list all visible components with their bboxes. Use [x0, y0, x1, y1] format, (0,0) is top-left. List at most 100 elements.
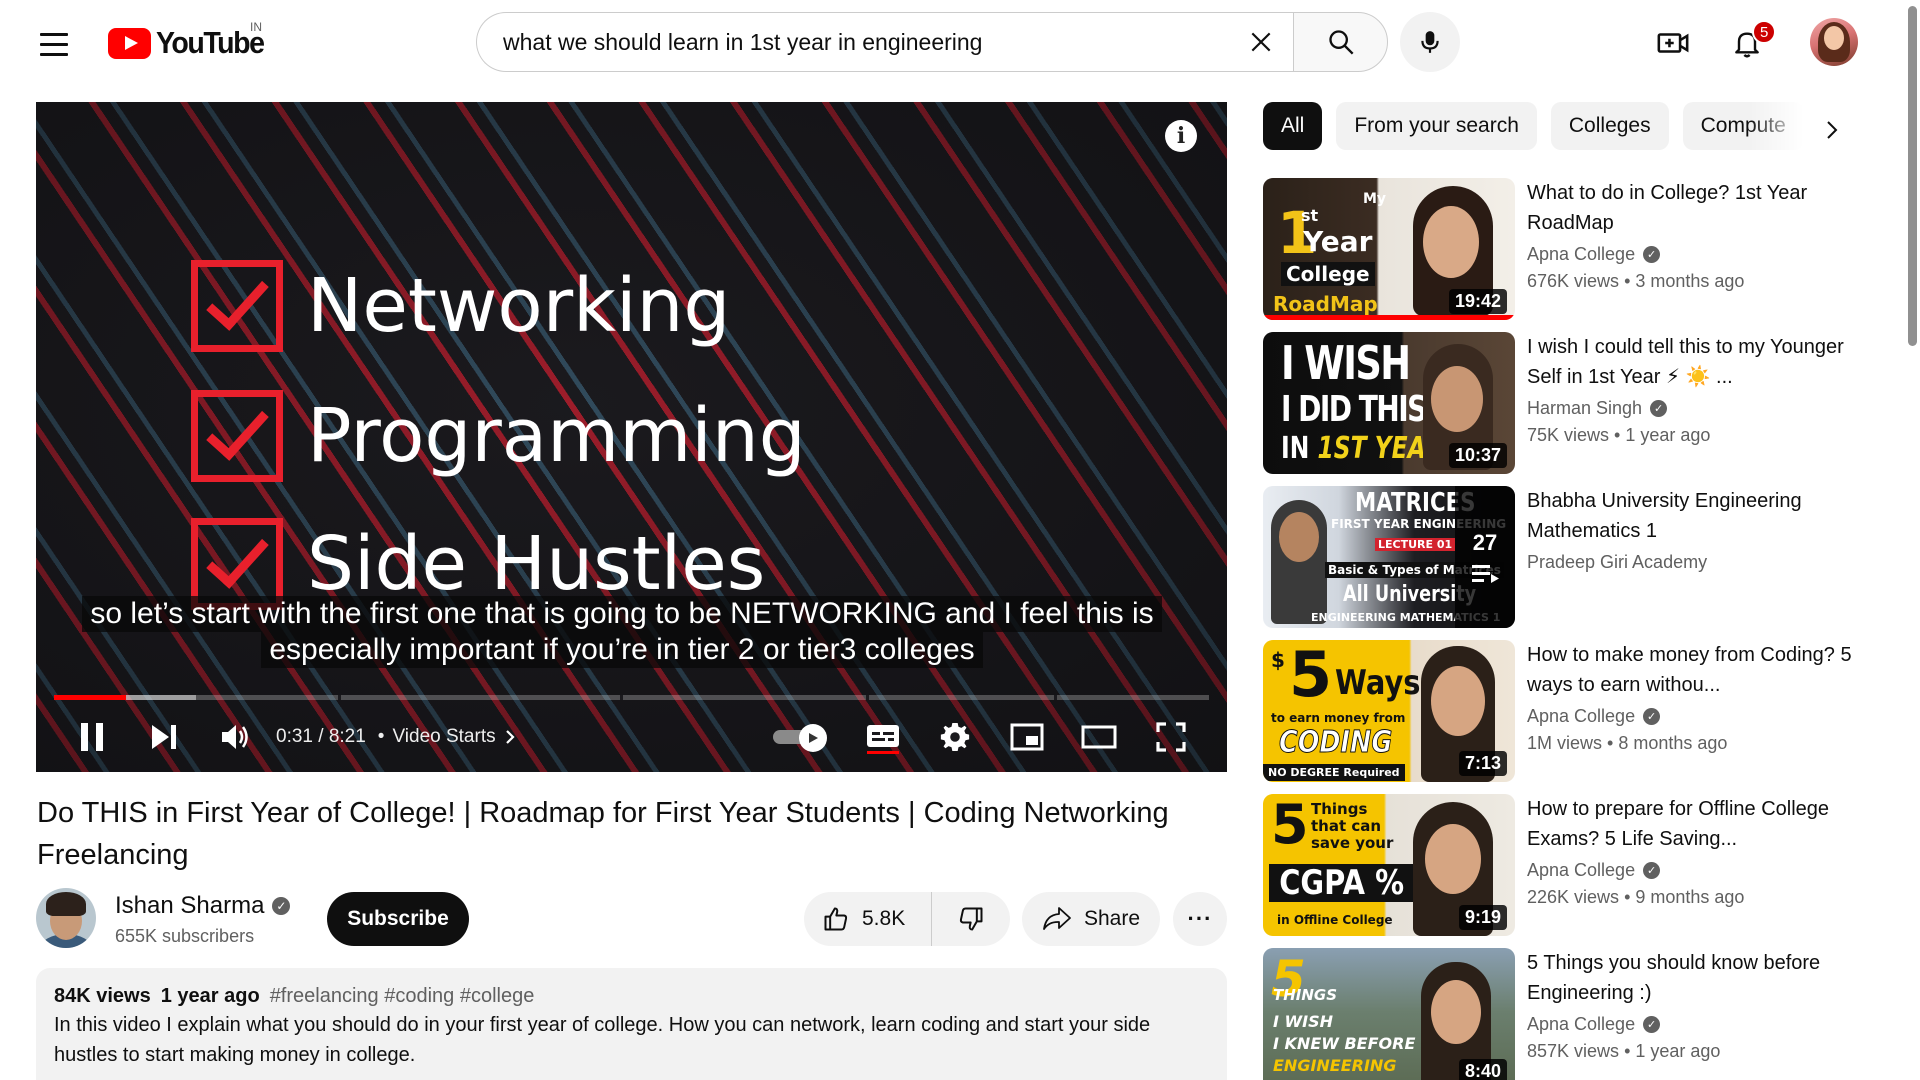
recommended-video[interactable]: $ 5 Ways to earn money from CODING NO DE…: [1263, 640, 1873, 782]
overlay-text: Programming: [307, 393, 806, 479]
verified-badge-icon: ✓: [1643, 708, 1661, 725]
chip-from-your-search[interactable]: From your search: [1336, 102, 1537, 150]
thumbnail-text: Ways: [1335, 663, 1421, 703]
country-code: IN: [250, 20, 262, 34]
create-button[interactable]: [1648, 18, 1698, 68]
chips-next-button[interactable]: [1812, 110, 1852, 150]
upload-age: 1 year ago: [160, 985, 260, 1007]
checkbox-icon: [191, 390, 283, 482]
page-scrollbar[interactable]: [1905, 0, 1920, 1080]
chapter-title-button[interactable]: • Video Starts: [378, 726, 516, 748]
share-label: Share: [1083, 907, 1141, 930]
scrollbar-thumb[interactable]: [1908, 6, 1917, 346]
thumbnail-text: LECTURE 01: [1375, 538, 1456, 551]
theater-mode-button[interactable]: [1063, 707, 1135, 767]
like-button[interactable]: 5.8K: [804, 892, 932, 946]
thumbnail-text: IN: [1281, 431, 1318, 466]
settings-button[interactable]: [919, 707, 991, 767]
clear-search-button[interactable]: [1237, 18, 1285, 66]
gear-icon: [940, 723, 970, 751]
rec-views: 857K views: [1527, 1041, 1620, 1061]
video-player[interactable]: Networking Programming Side Hustles i so…: [36, 102, 1227, 772]
rec-channel: Apna College: [1527, 244, 1636, 264]
verified-badge-icon: ✓: [1643, 246, 1661, 263]
share-icon: [1043, 907, 1071, 930]
search-button[interactable]: [1293, 12, 1388, 72]
rec-title: What to do in College? 1st Year RoadMap: [1527, 182, 1808, 234]
mute-button[interactable]: [200, 707, 272, 767]
overlay-item: Programming: [191, 390, 806, 482]
thumbs-down-icon: [959, 907, 983, 931]
rec-views: 226K views: [1527, 887, 1620, 907]
share-button[interactable]: Share: [1022, 892, 1160, 946]
fullscreen-button[interactable]: [1135, 707, 1207, 767]
chip-computers[interactable]: Compute: [1682, 102, 1804, 150]
autoplay-toggle[interactable]: [773, 724, 833, 752]
thumbnail-text: THINGS: [1273, 986, 1338, 1004]
rec-age: 1 year ago: [1635, 1041, 1721, 1061]
guide-menu-button[interactable]: [30, 20, 78, 68]
chip-colleges[interactable]: Colleges: [1550, 102, 1669, 150]
channel-name-link[interactable]: Ishan Sharma ✓: [115, 892, 291, 920]
video-thumbnail: MATRICES FIRST YEAR ENGINEERING LECTURE …: [1263, 486, 1515, 628]
notification-badge: 5: [1752, 20, 1777, 44]
recommended-video[interactable]: I WISH I DID THIS IN 1ST YEAR 10:37 I wi…: [1263, 332, 1873, 474]
description-box[interactable]: 84K views 1 year ago #freelancing #coding …: [36, 968, 1227, 1080]
rec-title: Bhabha University Engineering Mathematic…: [1527, 490, 1802, 542]
search-box: [476, 12, 1293, 72]
verified-badge-icon: ✓: [1643, 862, 1661, 879]
progress-bar[interactable]: [54, 695, 1209, 700]
chevron-right-icon: [505, 730, 515, 744]
logo-text: YouTube: [156, 25, 265, 60]
subscribe-button[interactable]: Subscribe: [327, 892, 469, 946]
overlay-item: Networking: [191, 260, 730, 352]
chip-all[interactable]: All: [1263, 102, 1323, 150]
thumbs-up-icon: [824, 907, 848, 931]
channel-avatar[interactable]: [36, 888, 96, 948]
subtitles-button[interactable]: [847, 707, 919, 767]
recommended-video[interactable]: 1 st My Year College RoadMap 19:42 What …: [1263, 178, 1873, 320]
caption-line: especially important if you’re in tier 2…: [261, 632, 983, 668]
rec-title: I wish I could tell this to my Younger S…: [1527, 336, 1844, 388]
recommended-video[interactable]: 5 Things that can save your CGPA % in Of…: [1263, 794, 1873, 936]
video-thumbnail: I WISH I DID THIS IN 1ST YEAR 10:37: [1263, 332, 1515, 474]
played-bar: [54, 695, 126, 700]
thumbnail-text: save your: [1311, 834, 1394, 852]
pause-button[interactable]: [56, 707, 128, 767]
thumbnail-text: CGPA %: [1269, 864, 1415, 902]
rec-views: 1M views: [1527, 733, 1603, 753]
recommended-video[interactable]: MATRICES FIRST YEAR ENGINEERING LECTURE …: [1263, 486, 1873, 628]
thumbnail-text: st: [1301, 206, 1319, 225]
thumbnail-text: to earn money from: [1271, 711, 1406, 725]
miniplayer-button[interactable]: [991, 707, 1063, 767]
channel-row: Ishan Sharma ✓ 655K subscribers Subscrib…: [36, 886, 1227, 950]
account-avatar[interactable]: [1810, 18, 1858, 66]
video-duration: 7:13: [1458, 751, 1507, 776]
rec-channel: Harman Singh: [1527, 398, 1643, 418]
overlay-text: Side Hustles: [307, 521, 766, 607]
rec-age: 8 months ago: [1618, 733, 1728, 753]
time-display: 0:31 / 8:21: [276, 726, 366, 747]
thumbnail-text: I KNEW BEFORE: [1273, 1034, 1416, 1053]
thumbnail-text: 5: [1271, 794, 1309, 856]
info-icon[interactable]: i: [1165, 120, 1197, 152]
recommended-video[interactable]: 5 THINGS I WISH I KNEW BEFORE ENGINEERIN…: [1263, 948, 1873, 1080]
youtube-logo[interactable]: YouTube: [108, 22, 273, 64]
thumbnail-text: I DID THIS: [1281, 389, 1427, 430]
watched-progress: [1263, 315, 1515, 320]
video-duration: 19:42: [1448, 289, 1507, 314]
search-input[interactable]: [503, 28, 1237, 56]
more-horizontal-icon: ···: [1187, 906, 1213, 931]
more-actions-button[interactable]: ···: [1173, 892, 1227, 946]
pause-icon: [81, 723, 103, 751]
thumbnail-text: ENGINEERING: [1273, 1056, 1397, 1075]
voice-search-button[interactable]: [1400, 12, 1460, 72]
close-icon: [1251, 32, 1271, 52]
dislike-button[interactable]: [932, 892, 1010, 946]
next-button[interactable]: [128, 707, 200, 767]
thumbnail-text: I WISH: [1273, 1012, 1334, 1031]
video-title: Do THIS in First Year of College! | Road…: [37, 797, 1169, 871]
player-controls: 0:31 / 8:21 • Video Starts: [36, 702, 1227, 772]
hashtags[interactable]: #freelancing #coding #college: [270, 985, 535, 1007]
search-icon: [1328, 30, 1353, 55]
